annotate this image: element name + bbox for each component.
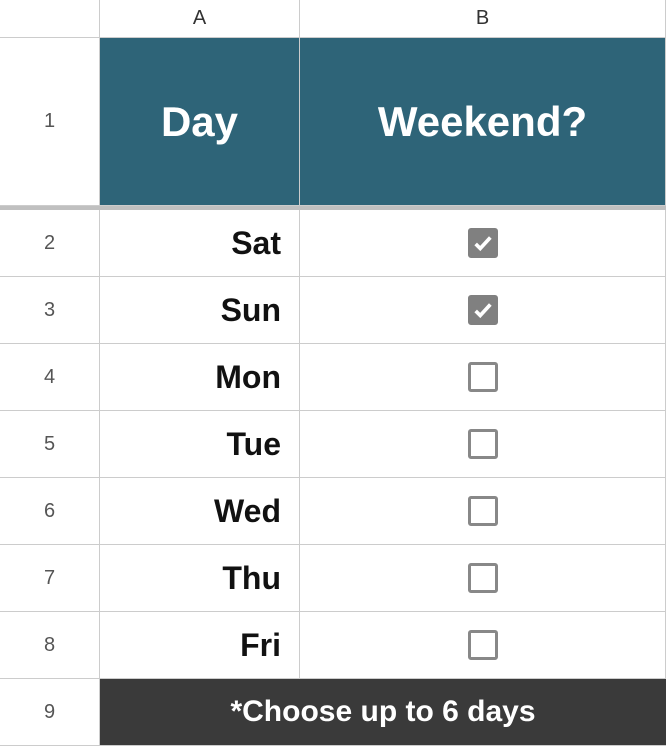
cell-check-thu[interactable] <box>300 545 666 612</box>
header-day[interactable]: Day <box>100 38 300 206</box>
row-header-7[interactable]: 7 <box>0 545 100 612</box>
cell-day-thu[interactable]: Thu <box>100 545 300 612</box>
cell-day-sun[interactable]: Sun <box>100 277 300 344</box>
row-header-9[interactable]: 9 <box>0 679 100 746</box>
checkbox-sat[interactable] <box>468 228 498 258</box>
checkbox-sun[interactable] <box>468 295 498 325</box>
cell-day-mon[interactable]: Mon <box>100 344 300 411</box>
checkbox-thu[interactable] <box>468 563 498 593</box>
checkbox-wed[interactable] <box>468 496 498 526</box>
cell-day-fri[interactable]: Fri <box>100 612 300 679</box>
cell-day-sat[interactable]: Sat <box>100 210 300 277</box>
cell-check-wed[interactable] <box>300 478 666 545</box>
footer-note[interactable]: *Choose up to 6 days <box>100 679 666 746</box>
cell-check-mon[interactable] <box>300 344 666 411</box>
checkbox-tue[interactable] <box>468 429 498 459</box>
cell-check-tue[interactable] <box>300 411 666 478</box>
spreadsheet-grid: A B 1 Day Weekend? 2 Sat 3 Sun 4 Mon 5 T… <box>0 0 666 746</box>
corner-cell[interactable] <box>0 0 100 38</box>
header-weekend[interactable]: Weekend? <box>300 38 666 206</box>
row-header-8[interactable]: 8 <box>0 612 100 679</box>
row-header-3[interactable]: 3 <box>0 277 100 344</box>
col-header-b[interactable]: B <box>300 0 666 38</box>
row-header-1[interactable]: 1 <box>0 38 100 206</box>
cell-check-sun[interactable] <box>300 277 666 344</box>
row-header-2[interactable]: 2 <box>0 210 100 277</box>
cell-check-fri[interactable] <box>300 612 666 679</box>
check-icon <box>472 299 494 321</box>
row-header-4[interactable]: 4 <box>0 344 100 411</box>
cell-check-sat[interactable] <box>300 210 666 277</box>
col-header-a[interactable]: A <box>100 0 300 38</box>
cell-day-wed[interactable]: Wed <box>100 478 300 545</box>
check-icon <box>472 232 494 254</box>
row-header-5[interactable]: 5 <box>0 411 100 478</box>
cell-day-tue[interactable]: Tue <box>100 411 300 478</box>
checkbox-mon[interactable] <box>468 362 498 392</box>
row-header-6[interactable]: 6 <box>0 478 100 545</box>
checkbox-fri[interactable] <box>468 630 498 660</box>
